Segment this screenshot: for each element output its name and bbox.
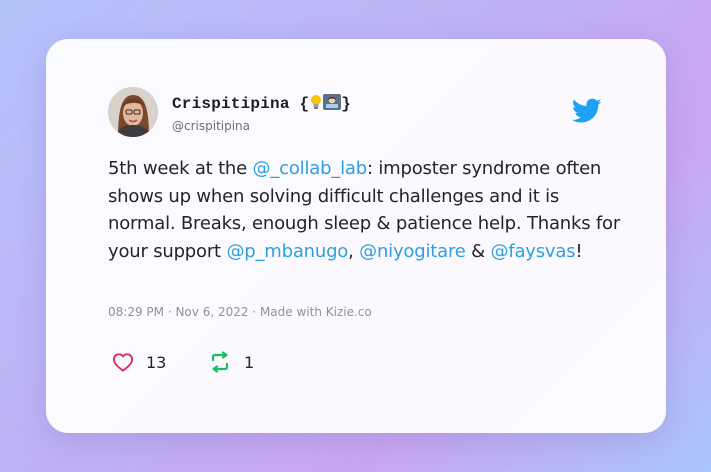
tweet-time[interactable]: 08:29 PM: [108, 305, 164, 319]
twitter-bird-icon[interactable]: [571, 98, 602, 124]
mention-link[interactable]: @_collab_lab: [253, 158, 368, 179]
mention-link[interactable]: @niyogitare: [359, 241, 466, 262]
likes-stat[interactable]: 13: [112, 349, 166, 375]
likes-count: 13: [146, 352, 167, 372]
mention-link[interactable]: @p_mbanugo: [226, 241, 348, 262]
meta-separator: ·: [248, 305, 260, 319]
tweet-card: Crispitipina {} @crispitipina 5th week a…: [46, 39, 666, 433]
author-handle[interactable]: @crispitipina: [172, 119, 250, 133]
tweet-text: 5th week at the @_collab_lab: imposter s…: [108, 155, 628, 265]
lightbulb-icon: [309, 95, 323, 113]
tweet-meta: 08:29 PM · Nov 6, 2022 · Made with Kizie…: [108, 305, 372, 319]
made-with-credit[interactable]: Made with Kizie.co: [260, 305, 372, 319]
brace-close: }: [341, 95, 352, 113]
meta-separator: ·: [164, 305, 176, 319]
tweet-text-part: ,: [348, 240, 360, 262]
retweet-icon[interactable]: [208, 351, 232, 373]
tweet-text-part: !: [575, 240, 583, 262]
tweet-text-part: &: [465, 240, 491, 262]
brace-open: {: [299, 95, 310, 113]
avatar[interactable]: [108, 87, 158, 137]
technologist-icon: [323, 94, 342, 113]
heart-icon[interactable]: [112, 352, 134, 372]
mention-link[interactable]: @faysvas: [491, 241, 576, 262]
author-name-text: Crispitipina: [172, 95, 290, 113]
tweet-date[interactable]: Nov 6, 2022: [175, 305, 248, 319]
author-name[interactable]: Crispitipina {}: [172, 94, 351, 113]
retweets-stat[interactable]: 1: [208, 349, 254, 375]
retweets-count: 1: [244, 352, 255, 372]
tweet-text-part: 5th week at the: [108, 158, 253, 179]
